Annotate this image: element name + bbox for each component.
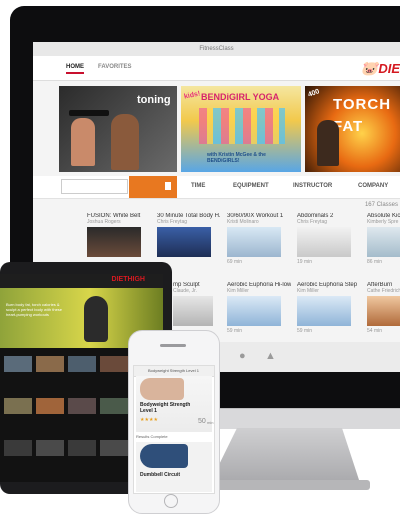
pig-logo-icon: 🐷 bbox=[360, 60, 379, 76]
filter-equipment[interactable]: EQUIPMENT bbox=[233, 183, 269, 189]
class-tile[interactable] bbox=[68, 356, 96, 372]
class-card[interactable]: 30/60/90X Workout 1 Kristi Molinaro 69 m… bbox=[227, 213, 291, 265]
ipad-header: DIETHIGH bbox=[0, 274, 163, 288]
iphone-section-label: Results Complete bbox=[136, 434, 168, 439]
rating-stars-icon: ★★★★ bbox=[140, 417, 158, 423]
android-icon[interactable]: ▲ bbox=[265, 350, 276, 362]
search-icon bbox=[165, 182, 171, 190]
iphone-screen: Bodyweight Strength Level 1 Bodyweight S… bbox=[133, 365, 215, 494]
class-duration: 54 min bbox=[367, 328, 383, 334]
banner-torch-title: TORCH FAT bbox=[333, 96, 392, 135]
imac-base bbox=[195, 480, 370, 490]
class-tile[interactable] bbox=[100, 398, 128, 414]
class-thumbnail bbox=[157, 227, 211, 257]
class-instructor: Kim Miller bbox=[297, 288, 319, 294]
class-card[interactable]: mp Sculpt Claude, Jr. bbox=[173, 282, 223, 326]
class-photo bbox=[140, 378, 184, 400]
iphone-header-title: Bodyweight Strength Level 1 bbox=[148, 368, 199, 373]
banner-bendigirl-yoga[interactable]: kids! BENDiGIRL YOGA with Kristin McGee … bbox=[181, 86, 301, 172]
banner-yoga-subtitle: with Kristin McGee & the BENDiGIRLS! bbox=[207, 152, 266, 164]
class-card[interactable]: Absolute Kickbox Kimberly Spre 86 min bbox=[367, 213, 400, 265]
class-thumbnail bbox=[367, 227, 400, 257]
class-title: Dumbbell Circuit bbox=[140, 472, 181, 478]
class-card[interactable]: FUSION: White Belt Joshua Rogers bbox=[87, 213, 151, 257]
kids-badge: kids! bbox=[183, 90, 201, 101]
class-count-row: 167 Classes bbox=[33, 199, 400, 211]
woman-figure bbox=[71, 118, 95, 166]
banner-toning[interactable]: toning bbox=[59, 86, 177, 172]
class-thumbnail bbox=[87, 227, 141, 257]
class-instructor: Kimberly Spre bbox=[367, 219, 399, 225]
brand-logo-text: DIE bbox=[378, 61, 400, 76]
filter-time[interactable]: TIME bbox=[191, 183, 205, 189]
class-thumbnail bbox=[297, 296, 351, 326]
class-thumbnail bbox=[227, 296, 281, 326]
class-tile[interactable] bbox=[36, 398, 64, 414]
iphone-class-card[interactable]: Dumbbell Circuit bbox=[136, 442, 212, 492]
class-duration: 50 bbox=[198, 418, 206, 425]
class-count: 167 Classes bbox=[364, 202, 398, 208]
filter-company[interactable]: COMPANY bbox=[358, 183, 388, 189]
class-duration: 86 min bbox=[367, 259, 383, 265]
ipad-hero-text: Burn body fat, torch calories & sculpt a… bbox=[6, 302, 63, 317]
class-tile[interactable] bbox=[4, 356, 32, 372]
brand-logo[interactable]: 🐷DIE bbox=[361, 60, 400, 77]
banner-torch-fat[interactable]: 400 TORCH FAT bbox=[305, 86, 400, 172]
class-tile[interactable] bbox=[4, 398, 32, 414]
class-instructor: Claude, Jr. bbox=[173, 288, 197, 294]
apple-icon[interactable]: ● bbox=[239, 350, 246, 362]
class-instructor: Kristi Molinaro bbox=[227, 219, 259, 225]
class-duration: 59 min bbox=[227, 328, 243, 334]
nav-home[interactable]: HOME bbox=[66, 64, 84, 74]
class-instructor: Joshua Rogers bbox=[87, 219, 121, 225]
class-card[interactable]: AfterBurn Cathe Friedrich 54 min bbox=[367, 282, 400, 334]
iphone-home-button[interactable] bbox=[164, 494, 178, 508]
class-card[interactable]: Aerobic Euphoria Step Kim Miller 59 min bbox=[297, 282, 361, 334]
class-title: Bodyweight Strength Level 1 bbox=[140, 402, 191, 414]
banner-yoga-title: BENDiGIRL YOGA bbox=[201, 92, 280, 102]
class-duration: 19 min bbox=[297, 259, 313, 265]
man-figure bbox=[111, 114, 139, 170]
class-instructor: Kim Miller bbox=[227, 288, 249, 294]
class-thumbnail bbox=[227, 227, 281, 257]
class-thumbnail bbox=[297, 227, 351, 257]
class-thumbnail bbox=[367, 296, 400, 326]
imac-stand bbox=[210, 428, 360, 483]
search-input[interactable] bbox=[61, 179, 128, 194]
filter-instructor[interactable]: INSTRUCTOR bbox=[293, 183, 332, 189]
banner-toning-label: toning bbox=[137, 94, 171, 106]
class-duration-unit: min bbox=[207, 420, 214, 425]
top-nav: HOME FAVORITES 🐷DIE bbox=[33, 56, 400, 81]
nav-favorites[interactable]: FAVORITES bbox=[98, 64, 132, 70]
class-tile[interactable] bbox=[36, 356, 64, 372]
iphone-speaker bbox=[160, 344, 186, 347]
class-tile[interactable] bbox=[36, 440, 64, 456]
class-tile[interactable] bbox=[100, 356, 128, 372]
barbell-icon bbox=[69, 110, 109, 116]
class-photo bbox=[140, 444, 188, 468]
class-tile[interactable] bbox=[68, 440, 96, 456]
class-card[interactable]: 30 Minute Total Body H... Chris Freytag bbox=[157, 213, 221, 257]
ipad-logo[interactable]: DIETHIGH bbox=[112, 276, 145, 283]
filter-bar: TIME EQUIPMENT INSTRUCTOR COMPANY bbox=[33, 176, 400, 199]
banner-torch-tag: 400 bbox=[307, 88, 321, 99]
runner-figure bbox=[317, 120, 339, 166]
window-title: FitnessClass bbox=[33, 42, 400, 56]
class-tile[interactable] bbox=[68, 398, 96, 414]
runner-figure bbox=[84, 296, 108, 342]
search-button[interactable] bbox=[129, 176, 177, 198]
class-card[interactable]: Aerobic Euphoria Hi-low Kim Miller 59 mi… bbox=[227, 282, 291, 334]
class-tile[interactable] bbox=[100, 440, 128, 456]
class-duration: 69 min bbox=[227, 259, 243, 265]
iphone-class-card[interactable]: Bodyweight Strength Level 1 ★★★★ 50 min bbox=[136, 376, 214, 432]
class-instructor: Chris Freytag bbox=[297, 219, 328, 225]
yoga-girls-graphic bbox=[199, 108, 285, 144]
class-duration: 59 min bbox=[297, 328, 313, 334]
class-card[interactable]: Abdominals 2 Chris Freytag 19 min bbox=[297, 213, 361, 265]
class-instructor: Chris Freytag bbox=[157, 219, 188, 225]
class-thumbnail bbox=[173, 296, 213, 326]
class-instructor: Cathe Friedrich bbox=[367, 288, 400, 294]
class-tile[interactable] bbox=[4, 440, 32, 456]
